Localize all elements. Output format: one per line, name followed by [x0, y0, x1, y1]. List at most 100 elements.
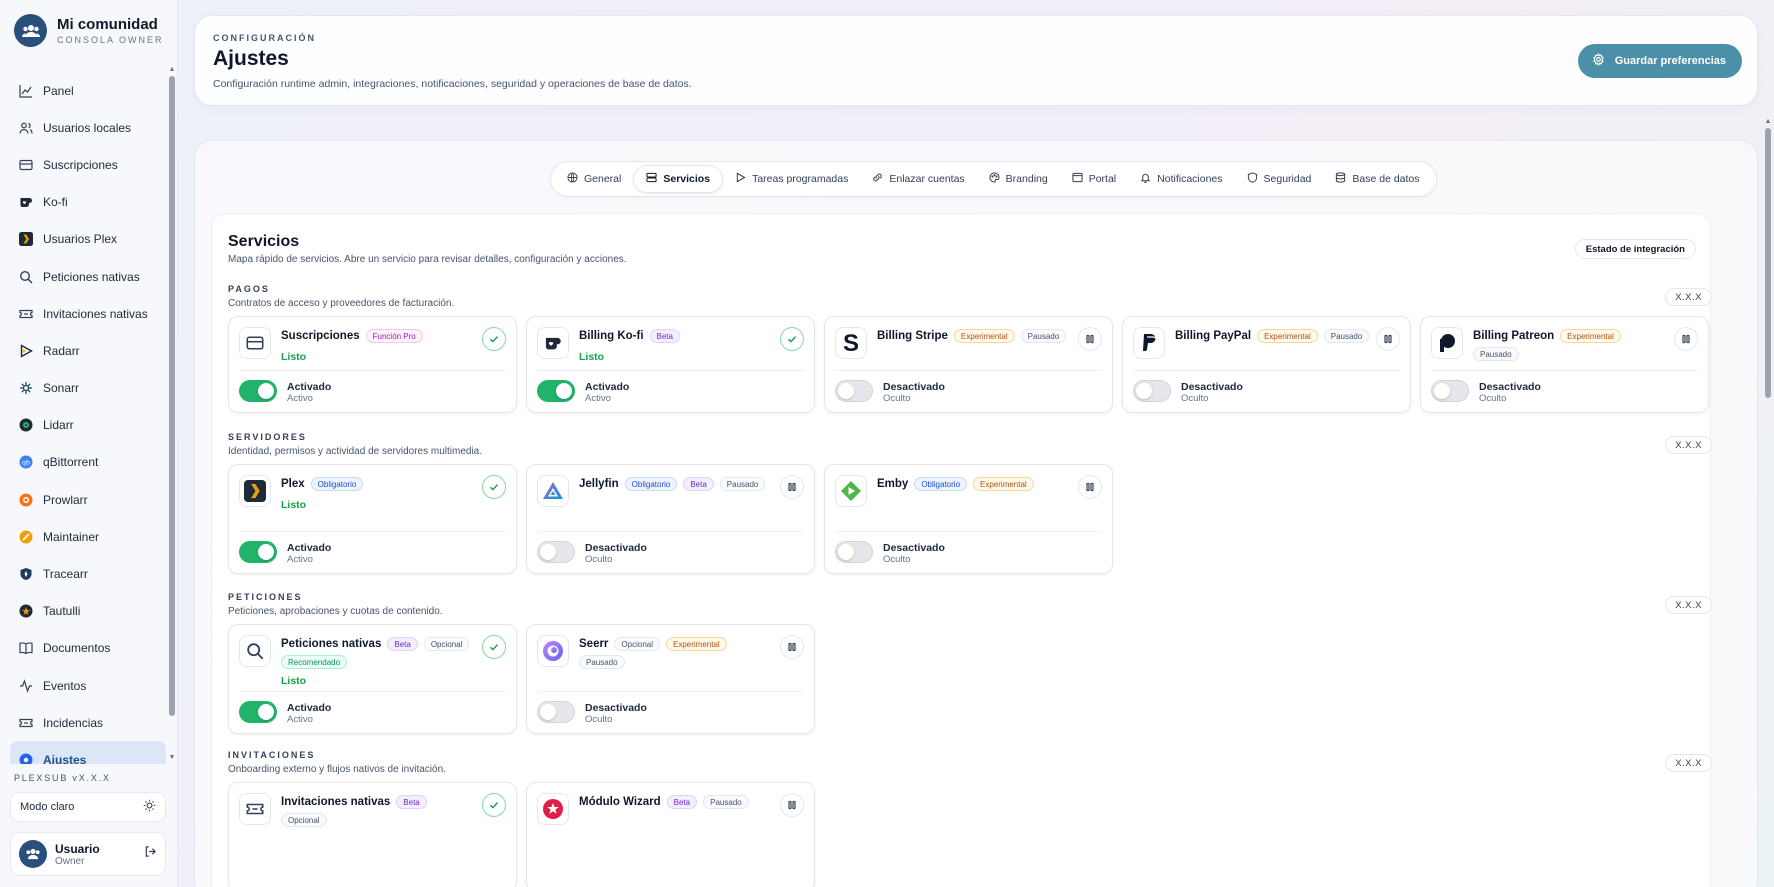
service-toggle[interactable]	[1431, 380, 1469, 402]
sidebar-item-maintainer[interactable]: Maintainer	[10, 518, 166, 555]
sidebar-item-label: Tracearr	[43, 567, 88, 582]
service-toggle[interactable]	[239, 541, 277, 563]
tautulli-icon	[19, 604, 33, 618]
service-card-billing-ko-fi[interactable]: Billing Ko-fi Beta Listo Activado Activo	[526, 316, 815, 413]
service-card-jellyfin[interactable]: Jellyfin Obligatorio Beta Pausado Desactivad…	[526, 464, 815, 574]
check-circle-icon[interactable]	[482, 793, 506, 817]
badge-opt: Opcional	[423, 637, 470, 651]
pause-icon[interactable]	[1078, 475, 1102, 499]
check-circle-icon[interactable]	[780, 327, 804, 351]
sidebar-scrollbar[interactable]: ▲ ▼	[168, 66, 176, 762]
check-circle-icon[interactable]	[482, 635, 506, 659]
service-toggle[interactable]	[537, 380, 575, 402]
sidebar-item-usuarios-plex[interactable]: Usuarios Plex	[10, 221, 166, 258]
sidebar-item-ajustes[interactable]: Ajustes	[10, 741, 166, 764]
sidebar-item-tracearr[interactable]: Tracearr	[10, 555, 166, 592]
tab-portal[interactable]: Portal	[1060, 165, 1128, 193]
card-divider	[1431, 370, 1698, 371]
service-toggle[interactable]	[239, 701, 277, 723]
service-toggle[interactable]	[537, 541, 575, 563]
settings-icon	[19, 753, 33, 764]
sidebar-item-lidarr[interactable]: Lidarr	[10, 407, 166, 444]
tab-branding[interactable]: Branding	[977, 165, 1060, 193]
scroll-up-arrow-icon[interactable]: ▲	[1764, 118, 1772, 125]
check-circle-icon[interactable]	[482, 327, 506, 351]
pause-icon[interactable]	[1078, 327, 1102, 351]
sidebar-item-suscripciones[interactable]: Suscripciones	[10, 146, 166, 183]
page-description: Configuración runtime admin, integracion…	[213, 78, 692, 90]
service-card-peticiones-nativas[interactable]: Peticiones nativas Beta Opcional Recomendad…	[228, 624, 517, 734]
tab-enlazar-cuentas[interactable]: Enlazar cuentas	[860, 165, 976, 193]
service-card-plex[interactable]: Plex Obligatorio Listo Activado Activo	[228, 464, 517, 574]
pause-icon[interactable]	[1376, 327, 1400, 351]
toggle-knob	[838, 544, 854, 560]
scroll-down-arrow-icon[interactable]: ▼	[168, 754, 176, 762]
scroll-up-arrow-icon[interactable]: ▲	[168, 66, 176, 74]
tab-label: Branding	[1005, 173, 1048, 185]
toggle-sublabel: Oculto	[585, 714, 613, 725]
pause-icon[interactable]	[1674, 327, 1698, 351]
badge-exp: Experimental	[1560, 329, 1621, 343]
service-card-suscripciones[interactable]: Suscripciones Función Pro Listo Activado Act…	[228, 316, 517, 413]
tab-servicios[interactable]: Servicios	[633, 165, 724, 193]
service-status: Listo	[579, 351, 605, 363]
tab-general[interactable]: General	[555, 165, 633, 193]
sidebar-item-ko-fi[interactable]: Ko-fi	[10, 184, 166, 221]
badge-req: Obligatorio	[624, 477, 678, 491]
sidebar-item-radarr[interactable]: Radarr	[10, 332, 166, 369]
service-card-emby[interactable]: Emby Obligatorio Experimental Desactivado Oc…	[824, 464, 1113, 574]
badge-exp: Experimental	[666, 637, 727, 651]
section-version-badge: X.X.X	[1665, 596, 1712, 614]
service-toggle[interactable]	[835, 541, 873, 563]
service-card-billing-stripe[interactable]: S Billing Stripe Experimental Pausado Desact…	[824, 316, 1113, 413]
avatar	[19, 840, 47, 868]
service-card-seerr[interactable]: Seerr Opcional Experimental Pausado Desactiv…	[526, 624, 815, 734]
tab-tareas-programadas[interactable]: Tareas programadas	[723, 165, 860, 193]
service-toggle[interactable]	[239, 380, 277, 402]
save-preferences-button[interactable]: Guardar preferencias	[1577, 44, 1742, 78]
service-toggle[interactable]	[835, 380, 873, 402]
card-divider	[239, 691, 506, 692]
tab-base-de-datos[interactable]: Base de datos	[1323, 165, 1431, 193]
service-toggle[interactable]	[537, 701, 575, 723]
toggle-sublabel: Oculto	[585, 554, 613, 565]
pause-icon[interactable]	[780, 475, 804, 499]
main-scroll-thumb[interactable]	[1765, 128, 1771, 398]
sidebar-item-incidencias[interactable]: Incidencias	[10, 704, 166, 741]
sidebar-scroll-thumb[interactable]	[169, 76, 175, 716]
pause-icon[interactable]	[780, 793, 804, 817]
tab-notificaciones[interactable]: Notificaciones	[1128, 165, 1234, 193]
credit-card-icon	[239, 327, 271, 359]
sidebar-item-panel[interactable]: Panel	[10, 72, 166, 109]
card-divider	[835, 370, 1102, 371]
sidebar-item-sonarr[interactable]: Sonarr	[10, 370, 166, 407]
check-circle-icon[interactable]	[482, 475, 506, 499]
user-card[interactable]: Usuario Owner	[10, 832, 166, 876]
main-scrollbar[interactable]: ▲	[1764, 118, 1772, 887]
theme-toggle[interactable]: Modo claro	[10, 792, 166, 822]
sidebar-item-usuarios-locales[interactable]: Usuarios locales	[10, 109, 166, 146]
brand[interactable]: Mi comunidad CONSOLA OWNER	[14, 14, 164, 47]
sidebar-item-documentos[interactable]: Documentos	[10, 630, 166, 667]
toggle-knob	[540, 704, 556, 720]
sidebar-item-qbittorrent[interactable]: qb qBittorrent	[10, 444, 166, 481]
sidebar-item-tautulli[interactable]: Tautulli	[10, 593, 166, 630]
service-card-billing-paypal[interactable]: Billing PayPal Experimental Pausado Desacti…	[1122, 316, 1411, 413]
sidebar-item-eventos[interactable]: Eventos	[10, 667, 166, 704]
sidebar-item-peticiones-nativas[interactable]: Peticiones nativas	[10, 258, 166, 295]
sidebar-item-prowlarr[interactable]: Prowlarr	[10, 481, 166, 518]
service-card-billing-patreon[interactable]: Billing Patreon Experimental Pausado Desact…	[1420, 316, 1709, 413]
badge-beta: Beta	[396, 795, 427, 809]
integration-status-button[interactable]: Estado de integración	[1574, 239, 1696, 259]
paypal-icon	[1133, 327, 1165, 359]
server-icon	[646, 172, 657, 186]
section-description: Onboarding externo y flujos nativos de i…	[228, 764, 446, 775]
service-card-m-dulo-wizard[interactable]: Módulo Wizard Beta Pausado	[526, 782, 815, 887]
service-card-invitaciones-nativas[interactable]: Invitaciones nativas Beta Opcional	[228, 782, 517, 887]
service-toggle[interactable]	[1133, 380, 1171, 402]
badge-paused: Pausado	[1020, 329, 1067, 343]
pause-icon[interactable]	[780, 635, 804, 659]
tab-seguridad[interactable]: Seguridad	[1235, 165, 1324, 193]
sidebar-item-invitaciones-nativas[interactable]: Invitaciones nativas	[10, 295, 166, 332]
logout-icon[interactable]	[144, 845, 157, 863]
